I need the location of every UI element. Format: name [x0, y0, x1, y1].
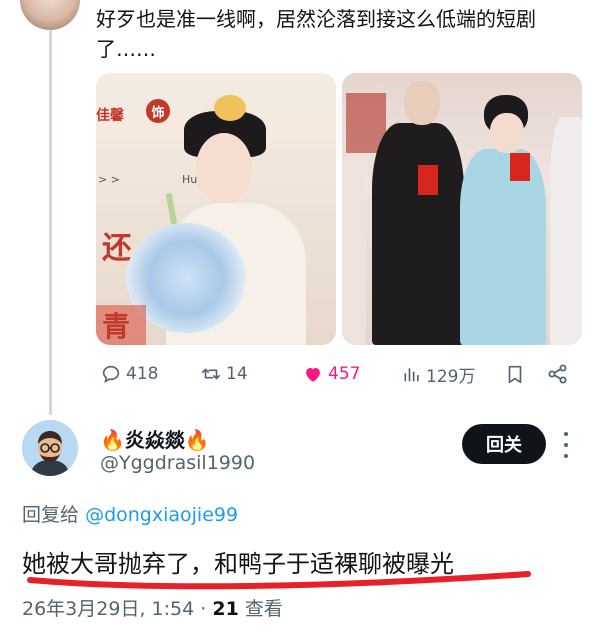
person-face [196, 133, 252, 203]
display-name[interactable]: 🔥炎焱燚🔥 [100, 424, 210, 453]
person-man-face [404, 81, 440, 125]
red-envelope [510, 153, 530, 181]
backdrop-text-left: 佳馨 [96, 108, 124, 124]
red-envelope [418, 165, 438, 195]
red-underline-annotation [27, 571, 531, 590]
avatar-illustration [22, 420, 78, 476]
views-icon [404, 368, 419, 382]
more-icon[interactable] [560, 432, 572, 458]
thread-line [49, 30, 52, 415]
fire-emoji: 🔥 [100, 428, 125, 452]
person-right-edge [550, 117, 582, 345]
reply-avatar[interactable] [22, 420, 78, 476]
person-man-body [372, 123, 464, 345]
fire-emoji: 🔥 [184, 428, 210, 452]
tweet-actions: 418 14 457 129万 [96, 358, 582, 390]
reply-to-handle[interactable]: @dongxiaojie99 [85, 504, 238, 526]
share-button[interactable] [546, 358, 570, 390]
media-grid: 佳馨 饰 林 > > Hup 还 青 [96, 73, 582, 345]
timestamp: 26年3月29日, 1:54 · 21 查看 [22, 594, 283, 621]
user-handle[interactable]: @Yggdrasil1990 [100, 452, 255, 474]
reply-icon [102, 365, 120, 383]
follow-back-button[interactable]: 回关 [462, 424, 546, 464]
avatar[interactable] [20, 0, 80, 30]
backdrop-red-char-2: 青 [102, 310, 131, 343]
person-left-edge [342, 157, 366, 345]
like-count: 457 [328, 364, 361, 384]
post-date[interactable]: 26年3月29日, 1:54 [22, 598, 194, 620]
reply-to-prefix: 回复给 [22, 504, 80, 526]
reply-context: 回复给 @dongxiaojie99 [22, 500, 238, 527]
retweet-button[interactable]: 14 [200, 358, 248, 390]
heart-icon [306, 368, 320, 382]
bookmark-icon [508, 365, 522, 384]
reply-count: 418 [126, 364, 159, 384]
view-count: 21 [212, 598, 239, 620]
share-icon [548, 364, 567, 384]
views-count: 129万 [426, 366, 476, 387]
tweet-photo-1[interactable]: 佳馨 饰 林 > > Hup 还 青 [96, 73, 336, 345]
like-button[interactable]: 457 [302, 358, 360, 390]
tweet-text: 好歹也是准一线啊，居然沦落到接这么低端的短剧了…… [96, 7, 536, 61]
views-button[interactable]: 129万 [402, 358, 475, 390]
tweet-photo-2[interactable] [342, 73, 582, 345]
display-name-text: 炎焱燚 [124, 428, 185, 452]
backdrop-text-mid: 饰 [146, 99, 170, 123]
retweet-icon [201, 368, 221, 380]
person-woman-body [460, 149, 546, 345]
bookmark-button[interactable] [504, 358, 526, 390]
person-woman-face [490, 113, 524, 153]
backdrop-arrows: > > [98, 173, 120, 186]
reply-button[interactable]: 418 [100, 358, 158, 390]
retweet-count: 14 [226, 364, 248, 384]
hair-ornament [214, 95, 246, 121]
separator-dot: · [200, 598, 207, 620]
view-label: 查看 [244, 598, 283, 620]
